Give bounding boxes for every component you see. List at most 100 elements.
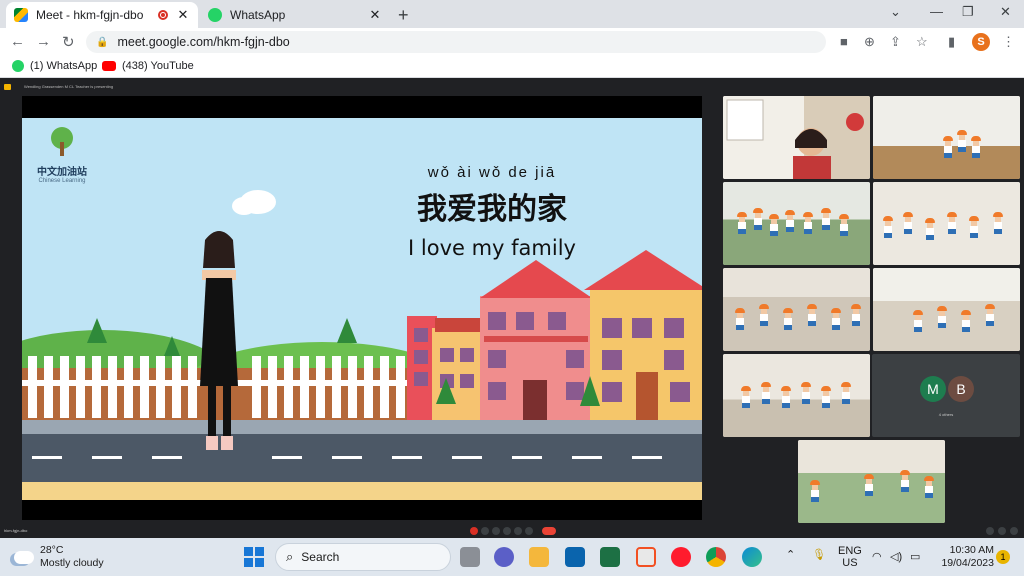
cloud-shape <box>232 197 256 215</box>
teams-chat-icon[interactable] <box>494 547 514 567</box>
minimize-icon[interactable]: — <box>930 4 943 19</box>
excel-icon[interactable] <box>600 547 620 567</box>
raise-hand-button[interactable] <box>503 527 511 535</box>
task-view-icon[interactable] <box>460 547 480 567</box>
zoom-icon[interactable]: ⊕ <box>864 34 875 50</box>
participant-tile-others[interactable]: M B 4 others <box>872 354 1020 437</box>
tree-logo-icon <box>51 127 73 156</box>
browser-tab-strip: Meet - hkm-fgjn-dbo ✕ WhatsApp ✕ + ⌄ — ❐… <box>0 0 1024 28</box>
presenting-text: Wendling Grassenden M CL Teacher is pres… <box>24 84 114 89</box>
bookmark-star-icon[interactable]: ☆ <box>916 34 928 50</box>
presenting-banner: Wendling Grassenden M CL Teacher is pres… <box>0 82 1024 92</box>
windows-logo-icon <box>244 547 253 556</box>
tab-meet[interactable]: Meet - hkm-fgjn-dbo ✕ <box>6 2 198 28</box>
menu-icon[interactable]: ⋮ <box>1002 34 1015 50</box>
taskbar-search[interactable]: ⌕ Search <box>275 543 451 571</box>
people-button[interactable] <box>998 527 1006 535</box>
participant-tile-teacher[interactable] <box>723 96 870 179</box>
opera-icon[interactable] <box>671 547 691 567</box>
meet-logo-icon <box>4 84 11 90</box>
participant-tile-class-3[interactable] <box>873 182 1020 265</box>
share-icon[interactable]: ⇪ <box>890 34 901 50</box>
profile-avatar[interactable]: S <box>972 33 990 51</box>
cloud-icon <box>14 550 34 564</box>
leave-call-button[interactable] <box>542 527 556 535</box>
date-text: 19/04/2023 <box>941 557 994 569</box>
close-tab-icon[interactable]: ✕ <box>368 7 382 23</box>
tab-whatsapp[interactable]: WhatsApp ✕ <box>200 2 390 28</box>
weather-desc: Mostly cloudy <box>40 557 104 569</box>
whatsapp-icon <box>208 8 222 22</box>
language-label: ENG <box>838 545 862 557</box>
bookmark-label: (438) YouTube <box>122 60 194 72</box>
file-explorer-icon[interactable] <box>529 547 549 567</box>
mic-button[interactable] <box>470 527 478 535</box>
weather-widget[interactable]: 28°C Mostly cloudy <box>14 544 104 570</box>
start-button[interactable] <box>244 547 264 567</box>
participant-tile-class-7[interactable] <box>798 440 945 523</box>
language-indicator[interactable]: ENG US <box>838 545 862 569</box>
tab-search-icon[interactable]: ⌄ <box>890 4 901 20</box>
camera-icon[interactable]: ■ <box>840 34 848 49</box>
whatsapp-icon <box>12 60 24 72</box>
camera-button[interactable] <box>481 527 489 535</box>
microphone-icon[interactable]: 🎙 <box>812 548 826 561</box>
search-label: Search <box>301 550 340 564</box>
meeting-code: hkm-fgjn-dbo <box>4 528 28 533</box>
participant-tile-class-1[interactable] <box>873 96 1020 179</box>
participant-tile-class-4[interactable] <box>723 268 870 351</box>
more-options-button[interactable] <box>525 527 533 535</box>
restore-icon[interactable]: ❐ <box>962 4 974 20</box>
address-bar[interactable]: 🔒 meet.google.com/hkm-fgjn-dbo <box>86 31 826 53</box>
sidewalk <box>22 420 702 434</box>
presentation-screen[interactable]: 中文加油站 Chinese Learning wǒ ài wǒ de jiā 我… <box>22 96 702 520</box>
weather-temp: 28°C <box>40 544 64 556</box>
roof-pink <box>480 260 592 298</box>
edge-icon[interactable] <box>742 547 762 567</box>
avatar: B <box>948 376 974 402</box>
slide-logo: 中文加油站 Chinese Learning <box>30 126 94 184</box>
meet-control-bar: hkm-fgjn-dbo <box>0 526 1024 536</box>
microsoft-store-icon[interactable] <box>636 547 656 567</box>
browser-toolbar: ← → ↻ 🔒 meet.google.com/hkm-fgjn-dbo ■ ⊕… <box>0 28 1024 56</box>
side-panel-icon[interactable]: ▮ <box>948 34 955 50</box>
reload-icon[interactable]: ↻ <box>62 33 75 51</box>
close-tab-icon[interactable]: ✕ <box>176 7 190 23</box>
meet-stage: Wendling Grassenden M CL Teacher is pres… <box>0 82 1024 538</box>
wifi-icon[interactable]: ◠ <box>872 550 882 563</box>
mail-icon[interactable] <box>565 547 585 567</box>
clock[interactable]: 10:30 AM 19/04/2023 <box>928 544 994 570</box>
captions-button[interactable] <box>492 527 500 535</box>
chrome-icon[interactable] <box>706 547 726 567</box>
info-button[interactable] <box>986 527 994 535</box>
volume-icon[interactable]: ◁) <box>890 550 902 563</box>
door-yellow <box>636 372 658 420</box>
bookmarks-bar: (1) WhatsApp (438) YouTube <box>0 56 1024 78</box>
roof-yellow <box>584 250 702 290</box>
present-button[interactable] <box>514 527 522 535</box>
show-hidden-icons-icon[interactable]: ⌃ <box>786 548 795 561</box>
tab-title: Meet - hkm-fgjn-dbo <box>36 8 144 22</box>
google-meet-icon <box>14 8 28 22</box>
notification-badge[interactable]: 1 <box>996 550 1010 564</box>
youtube-icon <box>102 61 116 71</box>
chat-button[interactable] <box>1010 527 1018 535</box>
battery-icon[interactable]: ▭ <box>910 550 920 563</box>
bookmark-whatsapp[interactable]: (1) WhatsApp <box>12 60 97 72</box>
slide: 中文加油站 Chinese Learning wǒ ài wǒ de jiā 我… <box>22 118 702 500</box>
close-window-icon[interactable]: ✕ <box>1000 4 1011 20</box>
forward-icon[interactable]: → <box>36 33 51 50</box>
search-icon: ⌕ <box>286 549 294 564</box>
time-text: 10:30 AM <box>949 544 994 556</box>
participant-tile-class-5[interactable] <box>873 268 1020 351</box>
participant-tile-class-6[interactable] <box>723 354 870 437</box>
participant-tile-class-2[interactable] <box>723 182 870 265</box>
logo-text: 中文加油站 <box>37 167 87 178</box>
new-tab-button[interactable]: + <box>398 5 409 26</box>
lock-icon: 🔒 <box>96 36 109 48</box>
bookmark-youtube[interactable]: (438) YouTube <box>102 60 194 72</box>
region-label: US <box>842 557 858 569</box>
recording-icon <box>158 10 168 20</box>
curb <box>22 482 702 500</box>
back-icon[interactable]: ← <box>10 33 25 50</box>
